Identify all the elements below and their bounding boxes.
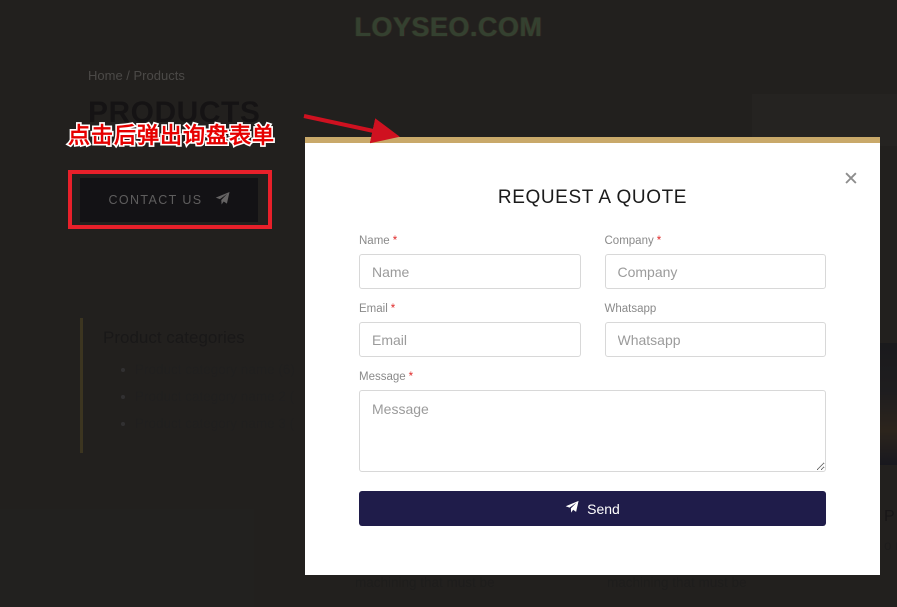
- site-logo: LOYSEO.COM: [354, 12, 543, 42]
- required-marker: *: [392, 235, 398, 247]
- field-name: Name *: [359, 235, 581, 289]
- email-label: Email *: [359, 303, 581, 315]
- close-icon[interactable]: ✕: [840, 169, 862, 191]
- email-input[interactable]: [359, 322, 581, 357]
- company-label-text: Company: [604, 235, 654, 247]
- breadcrumb[interactable]: Home / Products: [88, 68, 185, 83]
- product-card-title: P: [884, 508, 895, 525]
- name-input[interactable]: [359, 254, 581, 289]
- annotation-arrow: [303, 114, 400, 144]
- send-button[interactable]: Send: [359, 491, 826, 526]
- company-input[interactable]: [604, 254, 826, 289]
- email-label-text: Email: [359, 303, 388, 315]
- whatsapp-input[interactable]: [604, 322, 826, 357]
- send-button-label: Send: [587, 500, 620, 517]
- message-textarea[interactable]: [359, 390, 826, 472]
- whatsapp-label: Whatsapp: [605, 303, 827, 315]
- annotation-text: 点击后弹出询盘表单: [66, 122, 276, 150]
- whatsapp-label-text: Whatsapp: [604, 303, 657, 315]
- field-company: Company *: [604, 235, 827, 289]
- form-row: Email* Whatsapp: [359, 303, 826, 371]
- required-marker: *: [408, 371, 414, 383]
- browser-viewport: LOYSEO.COM Home / Products PRODUCTS CONT…: [0, 0, 897, 607]
- required-marker: *: [656, 235, 662, 247]
- field-email: Email *: [359, 303, 581, 357]
- product-card-excerpt: o m: [884, 538, 897, 553]
- message-label-text: Message: [359, 371, 406, 383]
- request-a-quote-modal: ✕ REQUEST A QUOTE Name* Company*: [305, 137, 880, 575]
- name-label-text: Name: [359, 235, 390, 247]
- contact-button-highlight: [68, 170, 272, 229]
- form-row: Name* Company*: [359, 235, 826, 303]
- name-label: Name *: [359, 235, 581, 247]
- paper-plane-icon: [565, 500, 579, 517]
- message-label: Message *: [359, 371, 826, 383]
- field-whatsapp: Whatsapp: [604, 303, 827, 357]
- modal-title: REQUEST A QUOTE: [497, 187, 688, 208]
- company-label: Company *: [605, 235, 827, 247]
- required-marker: *: [390, 303, 396, 315]
- quote-form: Name* Company* Email*: [305, 235, 880, 526]
- field-message: Message *: [359, 371, 826, 477]
